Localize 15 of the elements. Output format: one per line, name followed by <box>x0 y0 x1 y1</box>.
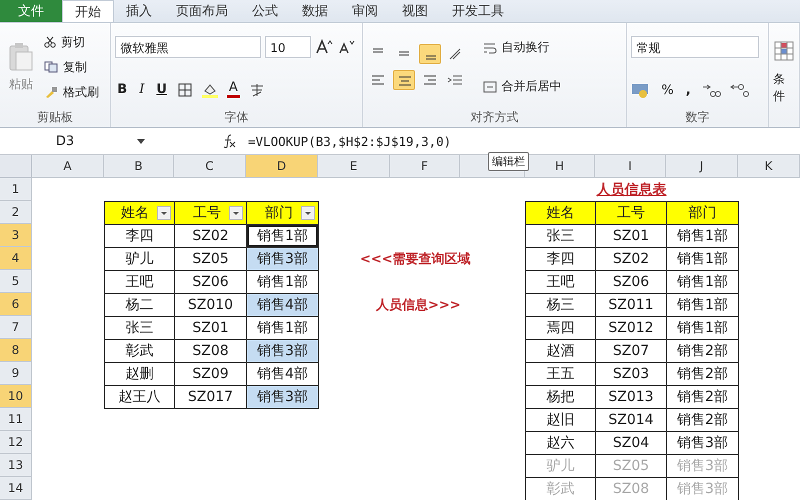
table-header-cell: 工号 <box>595 201 667 225</box>
tooltip: 编辑栏 <box>488 152 529 171</box>
header-text: 部门 <box>265 204 293 222</box>
header-text: 工号 <box>193 204 221 222</box>
group-label: 剪贴板 <box>36 109 74 126</box>
group-label: 字体 <box>224 109 250 126</box>
annotation-text: 人员信息>>> <box>374 296 462 314</box>
table-header-cell: 部门 <box>666 201 739 225</box>
header-text: 姓名 <box>121 204 149 222</box>
table-title: 人员信息表 <box>595 180 668 200</box>
table-header-cell: 姓名 <box>525 201 596 225</box>
table-cell: 赵王八 <box>104 385 175 409</box>
annotation-text: <<<需要查询区域 <box>359 250 472 268</box>
group-label: 对齐方式 <box>470 109 520 126</box>
group-label: 数字 <box>684 109 711 126</box>
